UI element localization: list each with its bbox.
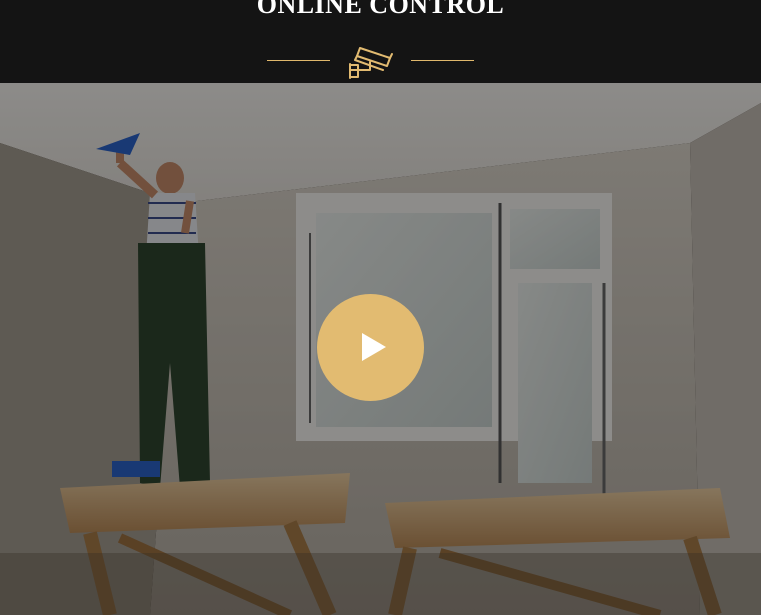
play-icon [362, 333, 386, 361]
security-camera-icon [349, 47, 393, 79]
video-player[interactable] [0, 83, 761, 615]
divider-left [267, 60, 330, 61]
play-button[interactable] [317, 294, 424, 401]
divider-right [411, 60, 474, 61]
section-title: ONLINE CONTROL [256, 0, 505, 19]
section-header: ONLINE CONTROL [0, 0, 761, 83]
